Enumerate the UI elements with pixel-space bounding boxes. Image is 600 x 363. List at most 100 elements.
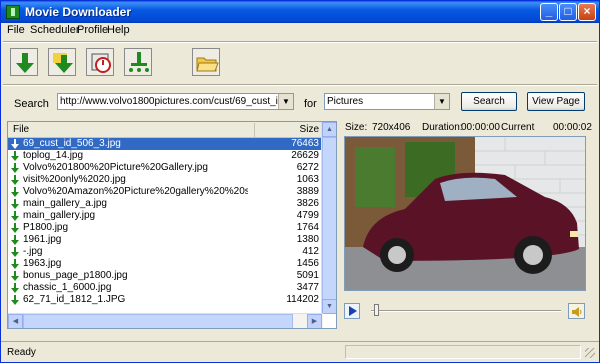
- duration-value: 00:00:00: [461, 122, 500, 133]
- size-label: Size:: [345, 122, 368, 133]
- type-combo[interactable]: Pictures ▼: [324, 93, 450, 110]
- current-value: 00:00:02: [553, 122, 592, 133]
- file-name: Volvo%20Amazon%20Picture%20gallery%20%20…: [23, 186, 248, 197]
- column-header-file[interactable]: File: [13, 124, 29, 135]
- file-list-header: File Size: [8, 122, 323, 138]
- download-arrow-icon: [16, 53, 34, 73]
- file-row[interactable]: 62_71_id_1812_1.JPG 114202: [8, 294, 323, 306]
- file-size: 5091: [296, 270, 319, 281]
- maximize-button[interactable]: □: [559, 3, 577, 21]
- file-size: 412: [302, 246, 319, 257]
- download-tree-button[interactable]: [124, 48, 152, 76]
- menu-file[interactable]: File: [7, 24, 25, 36]
- file-size: 6272: [296, 162, 319, 173]
- play-icon: [349, 306, 357, 316]
- minimize-button[interactable]: _: [540, 3, 558, 21]
- file-row[interactable]: 69_cust_id_506_3.jpg 76463: [8, 138, 323, 150]
- file-size: 3889: [296, 186, 319, 197]
- file-size: 4799: [296, 210, 319, 221]
- download-button[interactable]: [10, 48, 38, 76]
- url-combo[interactable]: http://www.volvo1800pictures.com/cust/69…: [57, 93, 294, 110]
- download-arrow-icon: [11, 175, 19, 185]
- window-title: Movie Downloader: [25, 5, 132, 19]
- download-arrow-icon: [11, 223, 19, 233]
- file-name: main_gallery.jpg: [23, 210, 96, 221]
- file-size: 1380: [296, 234, 319, 245]
- file-rows: 69_cust_id_506_3.jpg 76463 toplog_14.jpg 26…: [8, 138, 323, 306]
- seek-slider-thumb[interactable]: [374, 304, 379, 316]
- file-row[interactable]: Volvo%201800%20Picture%20Gallery.jpg 6272: [8, 162, 323, 174]
- file-size: 76463: [291, 138, 319, 149]
- size-value: 720x406: [372, 122, 411, 133]
- file-size: 1456: [296, 258, 319, 269]
- title-bar[interactable]: Movie Downloader _ □ ×: [1, 1, 599, 23]
- scroll-up-icon[interactable]: ▲: [322, 122, 336, 137]
- menu-profile[interactable]: Profile: [77, 24, 108, 36]
- url-value: http://www.volvo1800pictures.com/cust/69…: [60, 96, 294, 107]
- scroll-right-icon[interactable]: ▶: [307, 314, 322, 328]
- file-name: 1963.jpg: [23, 258, 62, 269]
- file-size: 114202: [286, 294, 319, 305]
- current-label: Current: [501, 122, 535, 133]
- search-button[interactable]: Search: [461, 92, 517, 111]
- file-name: 62_71_id_1812_1.JPG: [23, 294, 126, 305]
- file-row[interactable]: 1963.jpg 1456: [8, 258, 323, 270]
- close-button[interactable]: ×: [578, 3, 596, 21]
- file-name: 1961.jpg: [23, 234, 62, 245]
- seek-track[interactable]: [371, 310, 561, 312]
- open-folder-icon: [196, 57, 219, 72]
- download-tree-icon: [129, 52, 149, 72]
- duration-label: Duration:: [422, 122, 463, 133]
- scheduler-button[interactable]: [86, 48, 114, 76]
- file-row[interactable]: main_gallery.jpg 4799: [8, 210, 323, 222]
- file-row[interactable]: 1961.jpg 1380: [8, 234, 323, 246]
- search-label: Search: [14, 98, 49, 110]
- file-name: bonus_page_p1800.jpg: [23, 270, 128, 281]
- file-row[interactable]: -.jpg 412: [8, 246, 323, 258]
- download-arrow-icon: [11, 187, 19, 197]
- download-selected-button[interactable]: [48, 48, 76, 76]
- app-window: Movie Downloader _ □ × File Scheduler Pr…: [0, 0, 600, 363]
- column-header-size[interactable]: Size: [300, 124, 319, 135]
- download-arrow-icon: [11, 295, 19, 305]
- file-row[interactable]: chassic_1_6000.jpg 3477: [8, 282, 323, 294]
- download-arrow-icon: [11, 139, 19, 149]
- file-row[interactable]: main_gallery_a.jpg 3826: [8, 198, 323, 210]
- scroll-left-icon[interactable]: ◀: [8, 314, 23, 328]
- speaker-icon: [572, 307, 582, 317]
- image-preview: [344, 136, 586, 291]
- horizontal-scroll-thumb[interactable]: [23, 314, 293, 328]
- file-size: 3826: [296, 198, 319, 209]
- resize-grip-icon[interactable]: [585, 348, 595, 358]
- file-name: -.jpg: [23, 246, 43, 257]
- open-folder-button[interactable]: [192, 48, 220, 76]
- vertical-scrollbar[interactable]: ▲ ▼: [321, 122, 336, 314]
- download-arrow-yellow-icon: [53, 53, 73, 73]
- chevron-down-icon[interactable]: ▼: [278, 94, 293, 109]
- file-row[interactable]: P1800.jpg 1764: [8, 222, 323, 234]
- menu-help[interactable]: Help: [107, 24, 130, 36]
- chevron-down-icon[interactable]: ▼: [434, 94, 449, 109]
- vertical-scroll-thumb[interactable]: [322, 137, 336, 307]
- file-name: P1800.jpg: [23, 222, 69, 233]
- file-size: 1764: [296, 222, 319, 233]
- file-size: 26629: [291, 150, 319, 161]
- scheduler-clock-icon: [91, 53, 111, 73]
- file-row[interactable]: visit%20only%2020.jpg 1063: [8, 174, 323, 186]
- file-list[interactable]: File Size 69_cust_id_506_3.jpg 76463 toplo…: [7, 121, 337, 329]
- file-row[interactable]: toplog_14.jpg 26629: [8, 150, 323, 162]
- download-arrow-icon: [11, 151, 19, 161]
- file-row[interactable]: bonus_page_p1800.jpg 5091: [8, 270, 323, 282]
- download-arrow-icon: [11, 163, 19, 173]
- file-name: 69_cust_id_506_3.jpg: [23, 138, 121, 149]
- volume-button[interactable]: [568, 303, 585, 319]
- horizontal-scrollbar[interactable]: ◀ ▶: [8, 313, 323, 328]
- file-row[interactable]: Volvo%20Amazon%20Picture%20gallery%20%20…: [8, 186, 323, 198]
- scroll-down-icon[interactable]: ▼: [322, 299, 336, 314]
- app-icon: [6, 5, 20, 19]
- play-button[interactable]: [344, 303, 360, 319]
- file-name: visit%20only%2020.jpg: [23, 174, 126, 185]
- view-page-button[interactable]: View Page: [527, 92, 585, 111]
- column-divider[interactable]: [254, 123, 255, 137]
- menu-scheduler[interactable]: Scheduler: [30, 24, 80, 36]
